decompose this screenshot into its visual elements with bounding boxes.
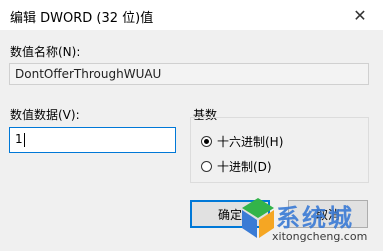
value-data-label: 数值数据(V): [10, 108, 80, 122]
title-bar: 编辑 DWORD (32 位)值 ✕ [0, 0, 383, 30]
value-name-label: 数值名称(N): [10, 45, 81, 59]
radio-decimal-icon[interactable] [201, 161, 212, 172]
radio-hexadecimal[interactable]: 十六进制(H) [201, 133, 283, 150]
radio-hexadecimal-icon[interactable] [201, 136, 212, 147]
radio-decimal[interactable]: 十进制(D) [201, 158, 272, 175]
radio-decimal-label: 十进制(D) [217, 160, 272, 174]
text-caret [23, 132, 25, 147]
radio-hexadecimal-label: 十六进制(H) [217, 135, 284, 149]
value-name-field: DontOfferThroughWUAU [9, 63, 369, 85]
edit-dword-dialog: 编辑 DWORD (32 位)值 ✕ 数值名称(N): DontOfferThr… [0, 0, 383, 251]
window-title: 编辑 DWORD (32 位)值 [10, 11, 154, 26]
watermark: 系统城 xitongcheng.com [238, 196, 378, 248]
watermark-brand: 系统城 [276, 204, 354, 232]
close-icon[interactable]: ✕ [337, 0, 383, 30]
watermark-url: xitongcheng.com [272, 230, 368, 243]
value-data-text: 1 [15, 132, 23, 146]
value-data-input[interactable]: 1 [9, 127, 176, 153]
